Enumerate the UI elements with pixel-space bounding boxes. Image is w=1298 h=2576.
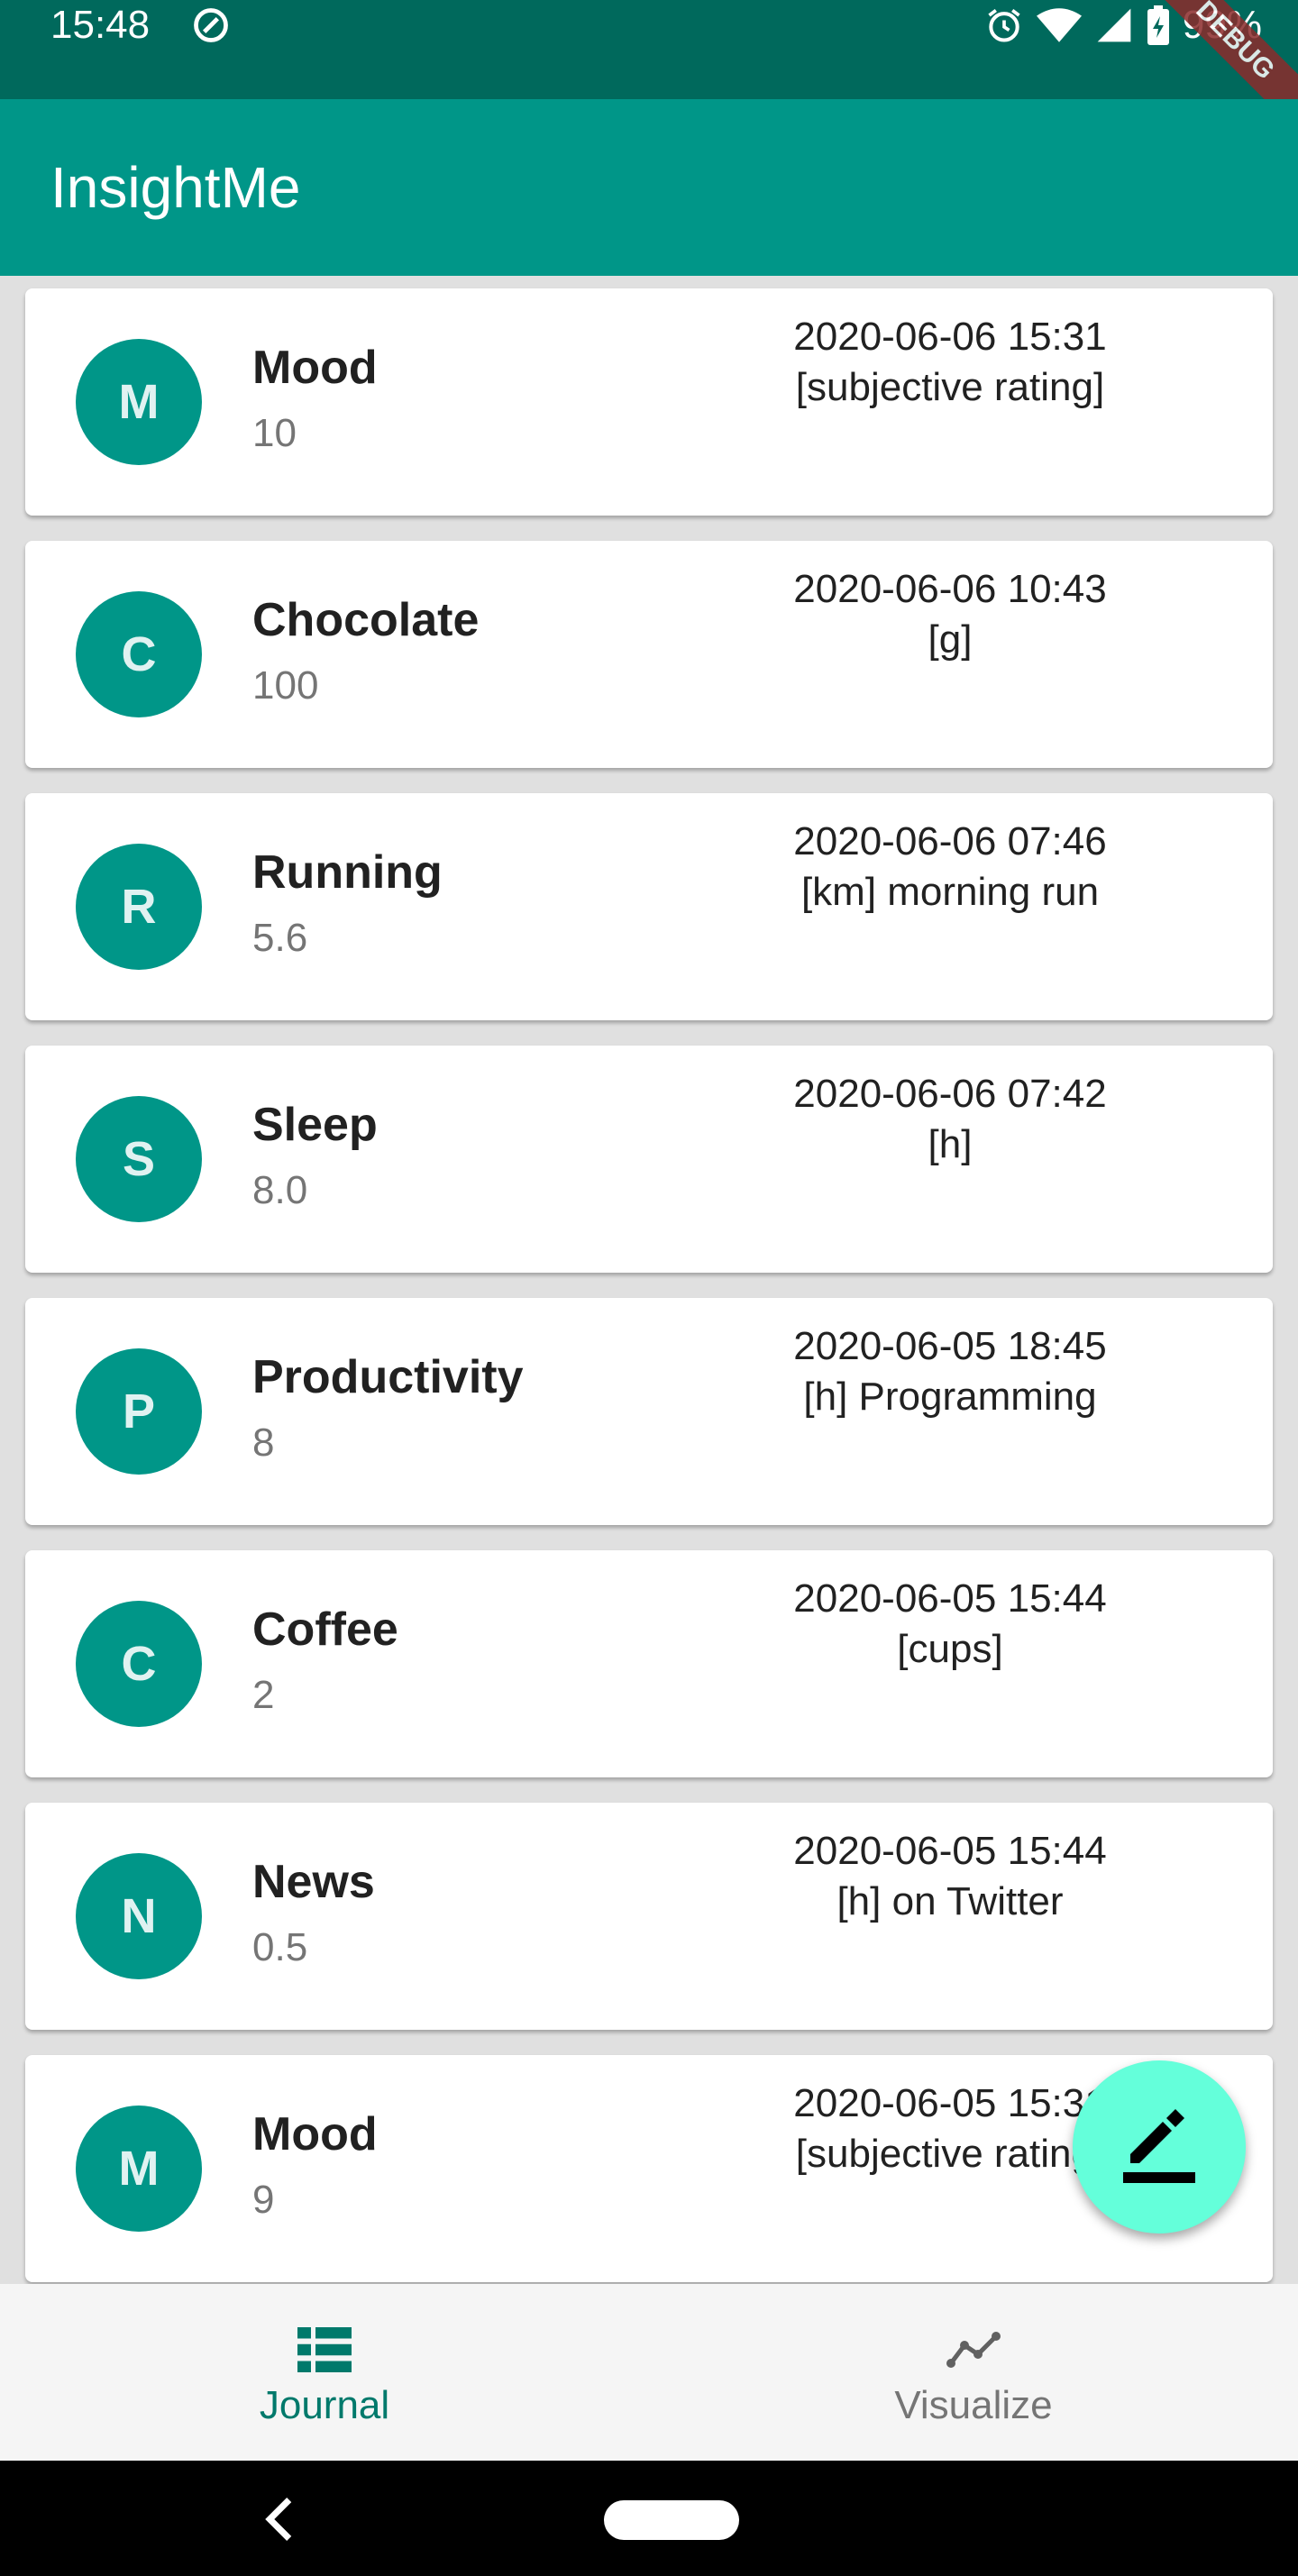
entry-name: Chocolate (252, 594, 480, 646)
entry-value: 5.6 (252, 916, 308, 960)
entry-name: Running (252, 846, 443, 899)
entry-note: [h] Programming (803, 1375, 1097, 1419)
entry-card[interactable]: R Running 5.6 2020-06-06 07:46 [km] morni… (25, 793, 1273, 1020)
entry-name: News (252, 1856, 375, 1908)
entry-card[interactable]: C Coffee 2 2020-06-05 15:44 [cups] (25, 1550, 1273, 1777)
data-saver-icon (194, 8, 228, 42)
entry-note: [h] on Twitter (836, 1879, 1064, 1923)
entry-card[interactable]: C Chocolate 100 2020-06-06 10:43 [g] (25, 541, 1273, 768)
entry-name: Coffee (252, 1603, 398, 1656)
nav-visualize-label: Visualize (894, 2383, 1053, 2427)
system-nav-bar (0, 2461, 1298, 2576)
entry-value: 0.5 (252, 1925, 308, 1969)
back-icon[interactable] (261, 2497, 297, 2542)
entry-datetime: 2020-06-05 18:45 (793, 1324, 1107, 1368)
entry-avatar: R (76, 844, 202, 970)
entry-note: [g] (928, 617, 973, 662)
entry-name: Productivity (252, 1351, 524, 1403)
entry-note: [h] (928, 1122, 973, 1166)
wifi-icon (1036, 8, 1082, 42)
home-pill[interactable] (604, 2500, 739, 2540)
entry-card[interactable]: P Productivity 8 2020-06-05 18:45 [h] Pro… (25, 1298, 1273, 1525)
nav-journal-label: Journal (259, 2383, 390, 2427)
entry-datetime: 2020-06-06 15:31 (793, 315, 1107, 359)
status-bar: 15:48 99% DEBUG (0, 0, 1298, 139)
add-entry-fab[interactable] (1073, 2060, 1246, 2233)
entry-value: 8.0 (252, 1168, 308, 1212)
entry-card[interactable]: N News 0.5 2020-06-05 15:44 [h] on Twitte… (25, 1803, 1273, 2030)
entry-avatar: P (76, 1348, 202, 1475)
entry-value: 100 (252, 663, 319, 708)
edit-icon (1123, 2109, 1195, 2183)
entry-avatar: N (76, 1853, 202, 1979)
entry-meta: 2020-06-05 18:45 [h] Programming (680, 1321, 1220, 1422)
entry-value: 10 (252, 411, 297, 455)
entry-value: 2 (252, 1673, 275, 1717)
entry-datetime: 2020-06-05 15:44 (793, 1829, 1107, 1873)
entry-avatar: C (76, 1601, 202, 1727)
entry-note: [km] morning run (800, 870, 1100, 914)
entry-meta: 2020-06-05 15:44 [h] on Twitter (680, 1826, 1220, 1927)
entry-meta: 2020-06-06 07:42 [h] (680, 1069, 1220, 1170)
app-title: InsightMe (50, 155, 301, 220)
entry-datetime: 2020-06-06 07:42 (793, 1072, 1107, 1116)
cell-signal-icon (1097, 8, 1131, 42)
entry-meta: 2020-06-05 15:44 [cups] (680, 1574, 1220, 1675)
entry-meta: 2020-06-06 10:43 [g] (680, 564, 1220, 665)
entry-meta: 2020-06-06 07:46 [km] morning run (680, 817, 1220, 918)
entry-datetime: 2020-06-05 15:44 (793, 1576, 1107, 1621)
entry-card[interactable]: S Sleep 8.0 2020-06-06 07:42 [h] (25, 1046, 1273, 1273)
app-bar: InsightMe (0, 99, 1298, 276)
entry-note: [subjective rating] (795, 365, 1105, 409)
alarm-icon (988, 9, 1020, 42)
journal-list[interactable]: M Mood 10 2020-06-06 15:31 [subjective ra… (0, 276, 1298, 2284)
entry-value: 9 (252, 2178, 275, 2222)
entry-name: Mood (252, 342, 378, 394)
entry-avatar: M (76, 339, 202, 465)
entry-name: Mood (252, 2108, 378, 2160)
entry-note: [cups] (897, 1627, 1003, 1671)
nav-visualize[interactable]: Visualize (649, 2284, 1298, 2461)
entry-avatar: S (76, 1096, 202, 1222)
nav-journal[interactable]: Journal (0, 2284, 649, 2461)
status-time: 15:48 (50, 3, 151, 47)
entry-avatar: M (76, 2106, 202, 2232)
entry-datetime: 2020-06-06 10:43 (793, 567, 1107, 611)
bottom-nav: Journal Visualize (0, 2284, 1298, 2461)
entry-avatar: C (76, 591, 202, 717)
entry-value: 8 (252, 1420, 275, 1465)
entry-card[interactable]: M Mood 10 2020-06-06 15:31 [subjective ra… (25, 288, 1273, 516)
line-chart-icon (946, 2332, 1001, 2368)
entry-meta: 2020-06-06 15:31 [subjective rating] (680, 312, 1220, 413)
entry-name: Sleep (252, 1099, 378, 1151)
entry-datetime: 2020-06-06 07:46 (793, 819, 1107, 863)
journal-list-icon (297, 2327, 352, 2372)
battery-charging-icon (1147, 5, 1169, 45)
